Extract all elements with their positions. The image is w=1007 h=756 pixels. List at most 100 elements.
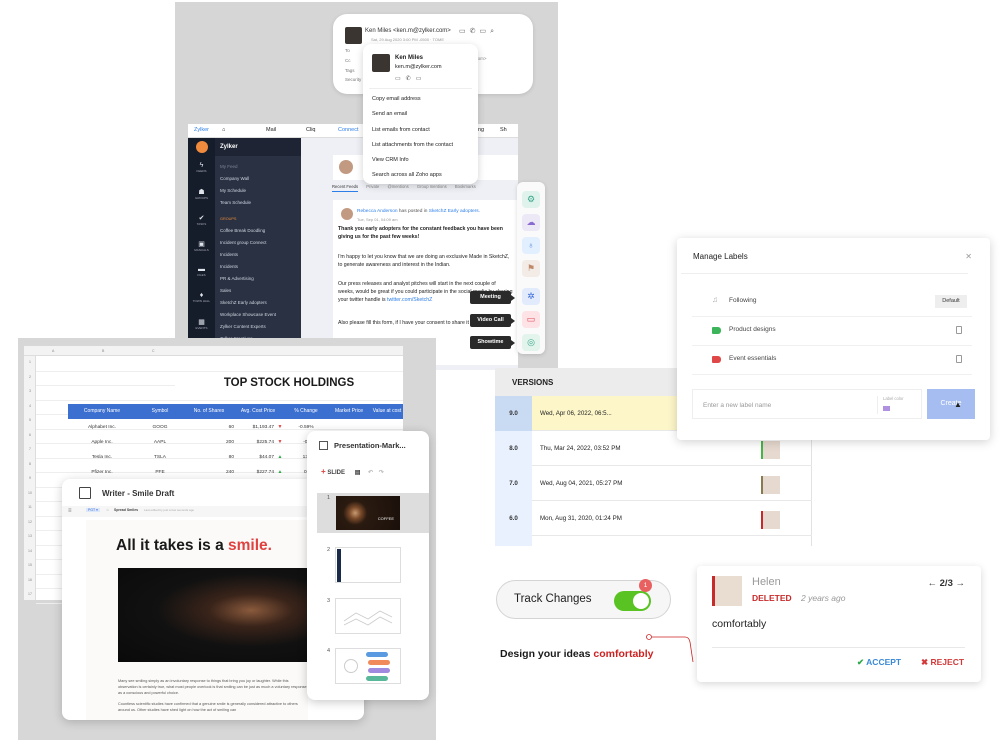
sidebar-item-my-feed[interactable]: My Feed bbox=[220, 164, 238, 169]
video-icon[interactable]: ▭ bbox=[480, 28, 491, 35]
row-number[interactable]: 2 bbox=[24, 375, 36, 379]
cell-company[interactable]: Apple Inc. bbox=[68, 435, 136, 450]
row-number[interactable]: 7 bbox=[24, 447, 36, 451]
accept-button[interactable]: ✔ ACCEPT bbox=[857, 657, 901, 668]
sidebar-group[interactable]: SketchZ Early adopters bbox=[220, 300, 267, 305]
row-number[interactable]: 16 bbox=[24, 578, 36, 582]
header-cost[interactable]: Avg. Cost Price bbox=[234, 404, 282, 419]
column-header[interactable]: C bbox=[152, 349, 155, 353]
post-author[interactable]: Rebecca Anderson bbox=[357, 209, 398, 214]
video-icon[interactable]: ▭ bbox=[416, 76, 427, 82]
header-company[interactable]: Company Name bbox=[68, 404, 136, 419]
create-button[interactable]: Create bbox=[927, 389, 975, 419]
post-group[interactable]: SketchZ Early adopters. bbox=[429, 209, 480, 214]
rail-feeds[interactable]: ϟ FEEDS bbox=[188, 162, 215, 173]
tab-show[interactable]: Sh bbox=[500, 127, 507, 133]
header-symbol[interactable]: Symbol bbox=[136, 404, 184, 419]
label-row-following[interactable]: ♫ Following Default bbox=[692, 288, 972, 317]
format-dropdown[interactable]: PGT ▾ bbox=[86, 508, 100, 512]
row-number[interactable]: 4 bbox=[24, 404, 36, 408]
cell-company[interactable]: Tesla Inc. bbox=[68, 450, 136, 465]
cell-company[interactable]: Alphabet Inc. bbox=[68, 420, 136, 435]
slide-thumb-1[interactable]: 1 COFFEE bbox=[317, 493, 429, 533]
tab-connect[interactable]: Connect bbox=[338, 127, 359, 133]
tab-mail[interactable]: Mail bbox=[266, 127, 276, 133]
menu-icon[interactable]: ≡ bbox=[68, 508, 72, 514]
sidebar-item-my-schedule[interactable]: My Schedule bbox=[220, 188, 246, 193]
menu-item-copy-email[interactable]: Copy email address bbox=[372, 96, 453, 111]
showtime-icon[interactable]: ◎ bbox=[522, 334, 540, 351]
new-label-input[interactable]: Enter a new label name Label color bbox=[692, 389, 922, 419]
video-call-icon[interactable]: ▭ bbox=[522, 311, 540, 328]
cell-cost[interactable]: $1,193.47 bbox=[234, 420, 274, 435]
row-number[interactable]: 9 bbox=[24, 476, 36, 480]
menu-item-list-emails[interactable]: List emails from contact bbox=[372, 127, 453, 142]
column-header[interactable]: A bbox=[52, 349, 54, 353]
cell-cost[interactable]: $227.74 bbox=[234, 465, 274, 480]
slide-thumb-4[interactable]: 4 bbox=[317, 646, 429, 686]
user-avatar[interactable] bbox=[196, 141, 208, 153]
menu-item-send-email[interactable]: Send an email bbox=[372, 111, 453, 126]
menu-item-list-attachments[interactable]: List attachments from the contact bbox=[372, 142, 453, 157]
search-icon[interactable]: ⌕ bbox=[490, 28, 498, 35]
tab-bookmarks[interactable]: Bookmarks bbox=[455, 184, 476, 189]
row-number[interactable]: 3 bbox=[24, 389, 36, 393]
sidebar-group[interactable]: Incidents bbox=[220, 264, 238, 269]
bulb-icon[interactable]: ♁ bbox=[522, 237, 540, 254]
prev-arrow-icon[interactable]: ← bbox=[928, 578, 938, 589]
reject-button[interactable]: ✖ REJECT bbox=[921, 657, 964, 668]
column-header[interactable]: B bbox=[102, 349, 104, 353]
chat-icon[interactable]: ▭ bbox=[459, 28, 470, 35]
tab-recent-feeds[interactable]: Recent Feeds bbox=[332, 184, 359, 192]
cell-symbol[interactable]: GOOG bbox=[136, 420, 184, 435]
cell-shares[interactable]: 200 bbox=[184, 435, 234, 450]
sender-address[interactable]: Ken Miles <ken.m@zylker.com> bbox=[365, 28, 451, 34]
row-number[interactable]: 6 bbox=[24, 433, 36, 437]
phone-icon[interactable]: ✆ bbox=[470, 28, 480, 35]
twitter-link[interactable]: twitter.com/SketchZ bbox=[387, 297, 432, 303]
row-number[interactable]: 8 bbox=[24, 462, 36, 466]
cell-shares[interactable]: 80 bbox=[184, 450, 234, 465]
header-market-price[interactable]: Market Price bbox=[330, 404, 368, 419]
phone-icon[interactable]: ✆ bbox=[406, 76, 416, 82]
header-value[interactable]: Value at cost bbox=[368, 404, 406, 419]
home-icon[interactable]: ⌂ bbox=[222, 127, 225, 133]
row-number[interactable]: 12 bbox=[24, 520, 36, 524]
rail-tasks[interactable]: ✔ TASKS bbox=[188, 214, 215, 226]
undo-icon[interactable]: ↶ bbox=[368, 470, 373, 476]
delete-icon[interactable] bbox=[956, 326, 962, 334]
row-number[interactable]: 11 bbox=[24, 505, 36, 509]
author-avatar[interactable] bbox=[341, 208, 353, 220]
row-number[interactable]: 5 bbox=[24, 418, 36, 422]
chat-icon[interactable]: ▭ bbox=[395, 76, 406, 82]
sheet-title[interactable]: TOP STOCK HOLDINGS bbox=[175, 372, 403, 395]
cell-cost[interactable]: $44.07 bbox=[234, 450, 274, 465]
delete-icon[interactable] bbox=[956, 355, 962, 363]
sidebar-group[interactable]: Incidents bbox=[220, 252, 238, 257]
rail-files[interactable]: ▬ FILES bbox=[188, 266, 215, 277]
row-number[interactable]: 15 bbox=[24, 563, 36, 567]
label-row-event-essentials[interactable]: Event essentials bbox=[692, 346, 972, 375]
row-number[interactable]: 10 bbox=[24, 491, 36, 495]
cell-symbol[interactable]: AAPL bbox=[136, 435, 184, 450]
flag-icon[interactable]: ⚑ bbox=[522, 260, 540, 277]
menu-item-view-crm[interactable]: View CRM Info bbox=[372, 157, 453, 172]
people-icon[interactable]: ☁ bbox=[522, 214, 540, 231]
add-slide-button[interactable]: + SLIDE bbox=[321, 467, 345, 476]
next-arrow-icon[interactable]: → bbox=[956, 578, 966, 589]
sidebar-item-company-wall[interactable]: Company Wall bbox=[220, 176, 249, 181]
sidebar-group[interactable]: Workplace Showcase Event bbox=[220, 312, 276, 317]
cell-cost[interactable]: $225.74 bbox=[234, 435, 274, 450]
rail-manuals[interactable]: ▣ MANUALS bbox=[188, 240, 215, 252]
tab-cliq[interactable]: Cliq bbox=[306, 127, 315, 133]
row-number[interactable]: 17 bbox=[24, 592, 36, 596]
header-change[interactable]: % Change bbox=[282, 404, 330, 419]
row-number[interactable]: 14 bbox=[24, 549, 36, 553]
star-icon[interactable]: ☆ bbox=[106, 508, 109, 512]
header-shares[interactable]: No. of Shares bbox=[184, 404, 234, 419]
doc-name[interactable]: Spread Smiles bbox=[114, 508, 138, 512]
close-icon[interactable]: ✕ bbox=[965, 252, 972, 261]
sidebar-group[interactable]: Sales bbox=[220, 288, 231, 293]
cell-company[interactable]: Pfizer Inc. bbox=[68, 465, 136, 480]
slide-thumb-3[interactable]: 3 bbox=[317, 596, 429, 636]
